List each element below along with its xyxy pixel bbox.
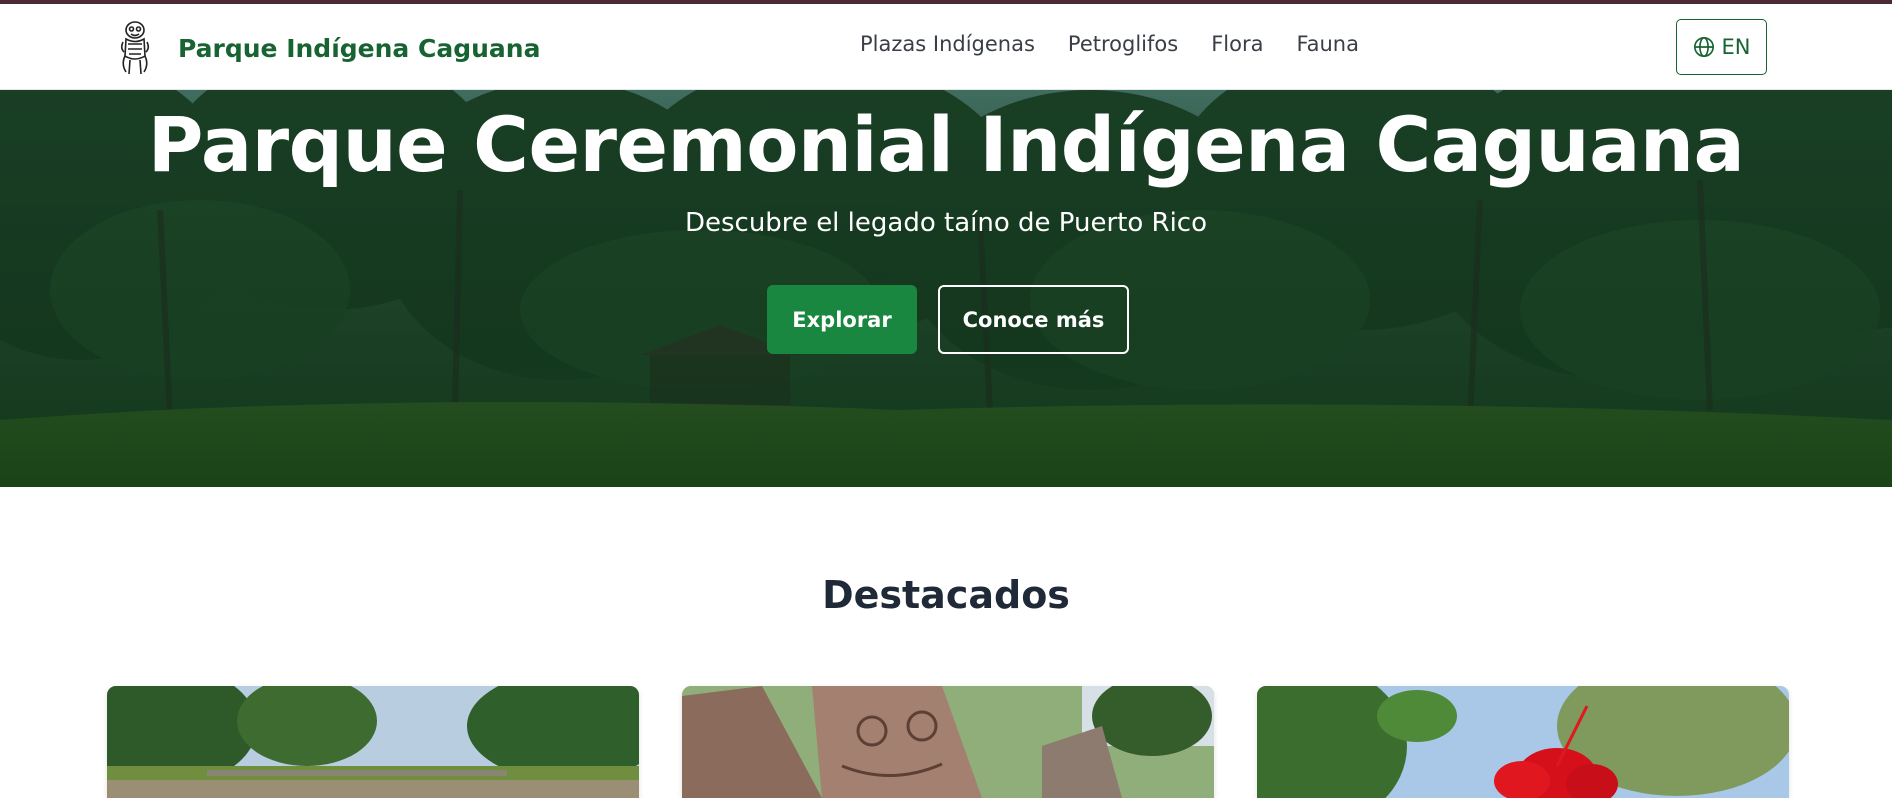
featured-card-flora[interactable] <box>1257 686 1789 798</box>
featured-card-plazas[interactable] <box>107 686 639 798</box>
hero-title: Parque Ceremonial Indígena Caguana <box>147 100 1745 189</box>
learn-more-button[interactable]: Conoce más <box>938 285 1129 354</box>
red-hibiscus-flower-image <box>1257 686 1789 798</box>
hero-section: Parque Ceremonial Indígena Caguana Descu… <box>0 90 1892 487</box>
nav-link-flora[interactable]: Flora <box>1211 32 1263 56</box>
explore-button[interactable]: Explorar <box>767 285 917 354</box>
language-toggle-button[interactable]: EN <box>1676 19 1767 75</box>
globe-icon <box>1693 37 1714 57</box>
nav-link-petroglifos[interactable]: Petroglifos <box>1068 32 1178 56</box>
brand-link[interactable]: Parque Indígena Caguana <box>118 20 540 76</box>
taino-figure-icon <box>120 21 150 75</box>
nav-link-fauna[interactable]: Fauna <box>1296 32 1359 56</box>
main-nav: Plazas Indígenas Petroglifos Flora Fauna <box>860 32 1359 56</box>
nav-link-plazas[interactable]: Plazas Indígenas <box>860 32 1035 56</box>
plaza-landscape-image <box>107 686 639 798</box>
featured-card-petroglifos[interactable] <box>682 686 1214 798</box>
language-label: EN <box>1721 35 1751 59</box>
featured-section-title: Destacados <box>822 573 1070 617</box>
petroglyph-stone-image <box>682 686 1214 798</box>
brand-name: Parque Indígena Caguana <box>178 33 541 63</box>
site-header: Parque Indígena Caguana Plazas Indígenas… <box>0 4 1892 90</box>
hero-subtitle: Descubre el legado taíno de Puerto Rico <box>684 208 1208 238</box>
